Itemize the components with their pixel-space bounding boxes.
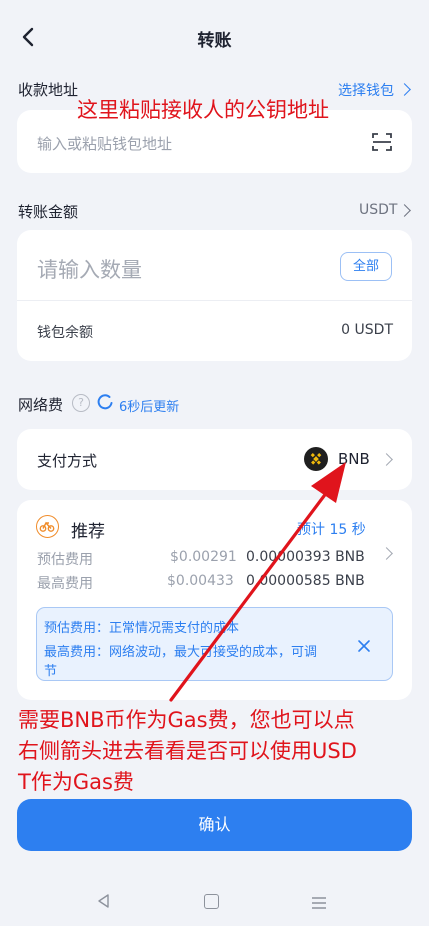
annotation-bottom-line1: 需要BNB币作为Gas费，您也可以点 — [18, 708, 355, 732]
annotation-bottom: 需要BNB币作为Gas费，您也可以点 右侧箭头进去看看是否可以使用USD T作为… — [18, 705, 357, 798]
annotation-bottom-line3: T作为Gas费 — [18, 770, 134, 794]
annotation-bottom-line2: 右侧箭头进去看看是否可以使用USD — [18, 739, 357, 763]
